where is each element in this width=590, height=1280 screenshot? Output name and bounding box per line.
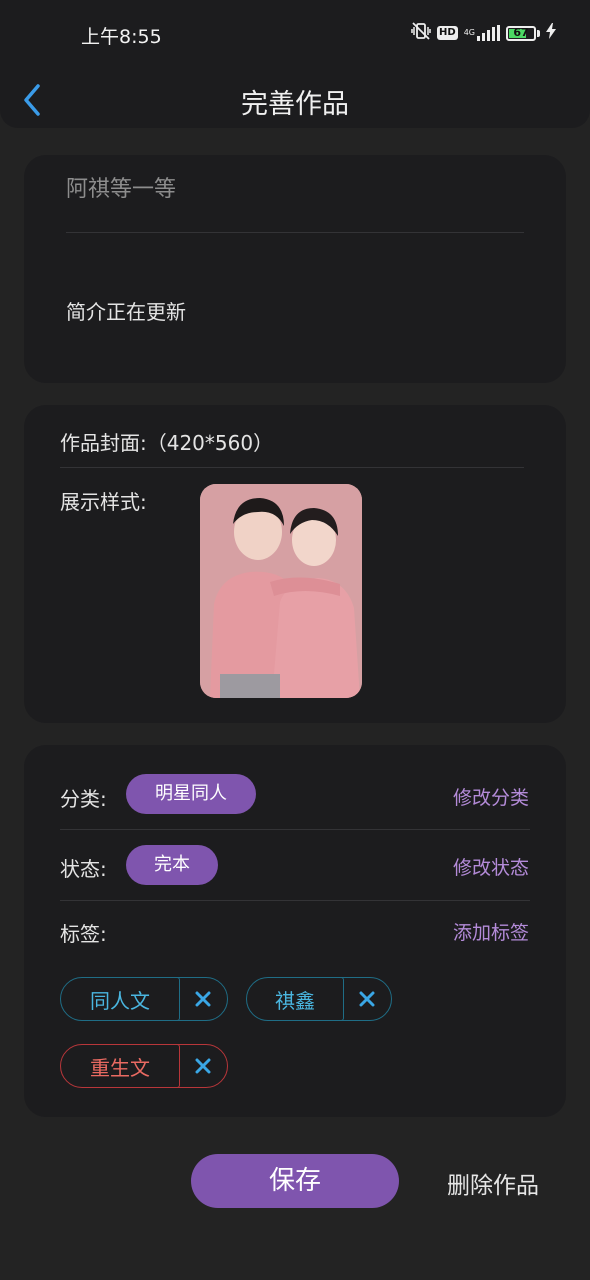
meta-card: 分类: 明星同人 修改分类 状态: 完本 修改状态 标签: 添加标签 同人文 祺… (24, 745, 566, 1117)
tag-text: 同人文 (90, 988, 150, 1013)
status-icons: HD 4G 67 (411, 22, 556, 44)
display-style-label: 展示样式: (60, 490, 147, 514)
status-time: 上午8:55 (81, 26, 162, 48)
delete-work-button[interactable]: 删除作品 (447, 1166, 539, 1200)
divider (60, 900, 530, 901)
tag-item: 祺鑫 (246, 976, 392, 1021)
tags-label: 标签: (60, 922, 107, 946)
close-icon[interactable] (181, 978, 225, 1019)
tag-text: 重生文 (90, 1055, 150, 1080)
hd-badge: HD (437, 26, 458, 40)
status-pill: 完本 (126, 845, 218, 885)
status-label: 状态: (60, 857, 107, 881)
divider (60, 829, 530, 830)
close-icon[interactable] (181, 1045, 225, 1086)
battery-cap (537, 29, 540, 37)
edit-category-link[interactable]: 修改分类 (453, 783, 529, 810)
top-app-bar: 完善作品 (0, 70, 590, 128)
tag-item: 重生文 (60, 1043, 228, 1088)
divider (66, 232, 524, 233)
close-icon[interactable] (345, 978, 389, 1019)
category-label: 分类: (60, 787, 107, 811)
vibrate-off-icon (411, 22, 431, 44)
cover-card: 作品封面:（420*560） 展示样式: (24, 405, 566, 723)
add-tag-link[interactable]: 添加标签 (453, 918, 529, 945)
tag-text: 祺鑫 (275, 988, 315, 1013)
network-label: 4G (463, 28, 475, 37)
page-title: 完善作品 (241, 89, 349, 120)
cover-photo (200, 484, 362, 698)
work-intro-input[interactable]: 简介正在更新 (66, 296, 186, 325)
cover-label: 作品封面:（420*560） (60, 431, 274, 455)
edit-status-link[interactable]: 修改状态 (453, 853, 529, 880)
signal-icon (477, 25, 500, 41)
battery-icon: 67 (506, 25, 536, 41)
work-info-card: 阿祺等一等 简介正在更新 (24, 155, 566, 383)
charging-icon (546, 23, 556, 43)
divider (60, 467, 524, 468)
status-bar: 上午8:55 HD 4G 67 (0, 0, 590, 70)
save-button[interactable]: 保存 (191, 1154, 399, 1208)
battery-level: 67 (513, 25, 529, 39)
category-pill: 明星同人 (126, 774, 256, 814)
work-title-input[interactable]: 阿祺等一等 (66, 171, 176, 203)
cover-image[interactable] (200, 484, 362, 698)
tag-item: 同人文 (60, 976, 228, 1021)
